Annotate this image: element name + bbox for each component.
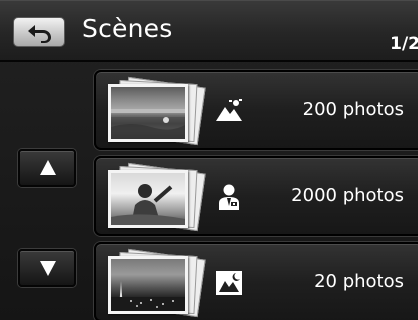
scene-item-portrait[interactable]: 2000 photos — [94, 156, 418, 236]
scenes-screen: Scènes 1/2 200 photos 2000 photos 20 pho… — [0, 0, 418, 320]
night-thumbnail — [108, 256, 188, 314]
photo-count-label: 2000 photos — [291, 185, 404, 206]
scene-item-landscape[interactable]: 200 photos — [94, 70, 418, 150]
scroll-up-button[interactable] — [18, 149, 76, 187]
back-button[interactable] — [13, 17, 65, 47]
photo-stack-thumbnail — [106, 162, 206, 232]
scroll-down-button[interactable] — [18, 249, 76, 287]
triangle-down-icon — [40, 261, 56, 276]
landscape-mode-icon — [216, 99, 242, 121]
scene-item-night[interactable]: 20 photos — [94, 242, 418, 320]
scene-list: 200 photos 2000 photos 20 photos — [94, 70, 418, 320]
photo-count-label: 200 photos — [302, 99, 404, 120]
header-bar: Scènes 1/2 — [0, 0, 418, 62]
portrait-thumbnail — [108, 170, 188, 228]
photo-stack-thumbnail — [106, 76, 206, 146]
triangle-up-icon — [40, 160, 56, 175]
back-arrow-icon — [28, 25, 51, 43]
night-scene-icon — [216, 271, 242, 295]
photo-stack-thumbnail — [106, 248, 206, 318]
portrait-mode-icon — [219, 184, 239, 210]
page-indicator: 1/2 — [390, 34, 418, 54]
page-title: Scènes — [82, 14, 173, 43]
photo-count-label: 20 photos — [314, 271, 404, 292]
landscape-thumbnail — [108, 84, 188, 142]
